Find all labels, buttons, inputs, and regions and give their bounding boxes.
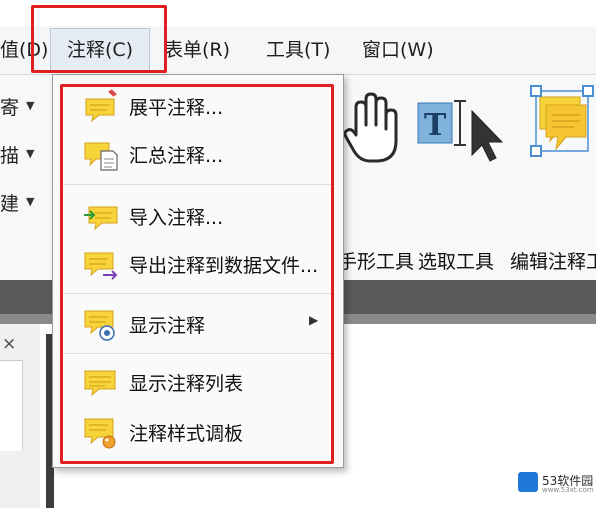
watermark-subtext: www.53xt.com (542, 486, 594, 494)
side-panel: × (0, 324, 41, 508)
menu-option-show-annotation-list[interactable]: 显示注释列表 (53, 359, 343, 403)
hand-tool-button[interactable] (340, 81, 410, 271)
hand-tool-label: 手形工具 (338, 251, 415, 273)
menu-option-label: 注释样式调板 (129, 423, 244, 445)
dropdown-arrow-icon[interactable]: ▼ (26, 147, 34, 160)
edit-annotation-tool-label: 编辑注释工 (510, 251, 596, 273)
menu-separator (63, 184, 335, 185)
dropdown-arrow-icon[interactable]: ▼ (26, 195, 34, 208)
menu-option-export-annotations[interactable]: 导出注释到数据文件... (53, 241, 343, 285)
dropdown-arrow-icon[interactable]: ▼ (26, 99, 34, 112)
select-text-cursor-icon: T (417, 100, 504, 162)
menu-item-annotation[interactable]: 注释(C) (50, 28, 150, 72)
import-annotation-icon (84, 206, 118, 231)
select-tool-button[interactable]: T (416, 81, 504, 271)
title-area (0, 0, 596, 26)
menu-option-label: 汇总注释... (129, 145, 224, 167)
summarize-annotation-icon (84, 142, 118, 171)
select-tool-label: 选取工具 (418, 251, 495, 273)
menu-option-import-annotations[interactable]: 导入注释... (53, 193, 343, 237)
export-annotation-icon (84, 252, 118, 280)
annotation-menu-dropdown: 展平注释... 汇总注释... 导入注释... 导出注释到数据文件... 显示注… (52, 74, 344, 468)
show-annotation-icon (84, 310, 115, 341)
ribbon-left-fragment[interactable]: 建 (0, 189, 19, 216)
menu-option-label: 显示注释 (129, 315, 206, 337)
ribbon-left-fragment[interactable]: 描 (0, 141, 19, 168)
annotation-style-palette-icon (84, 418, 116, 449)
menu-item-form[interactable]: 表单(R) (164, 26, 230, 74)
close-icon[interactable]: × (2, 334, 16, 354)
menu-separator (63, 353, 335, 354)
hand-icon (343, 92, 398, 163)
ribbon-left-fragment[interactable]: 寄 (0, 93, 19, 120)
submenu-arrow-icon: ▶ (309, 313, 319, 327)
edit-annotation-icon (530, 85, 594, 157)
annotation-list-icon (84, 370, 116, 397)
menu-option-label: 展平注释... (129, 97, 224, 119)
menu-item-view[interactable]: 值(D) (0, 26, 48, 74)
menu-option-summarize-annotations[interactable]: 汇总注释... (53, 131, 343, 175)
menu-bar: 值(D) 注释(C) 表单(R) 工具(T) 窗口(W) (0, 26, 596, 75)
menu-separator (63, 293, 335, 294)
menu-option-annotation-style-palette[interactable]: 注释样式调板 (53, 409, 343, 453)
menu-item-tools[interactable]: 工具(T) (266, 26, 330, 74)
menu-item-window[interactable]: 窗口(W) (362, 26, 434, 74)
watermark: 53软件园 www.53xt.com (518, 470, 594, 496)
menu-option-flatten-annotations[interactable]: 展平注释... (53, 83, 343, 127)
watermark-logo-icon (518, 472, 538, 492)
side-panel-content (0, 360, 23, 451)
svg-text:T: T (424, 108, 447, 143)
flatten-annotation-icon (85, 89, 117, 123)
menu-option-label: 导出注释到数据文件... (129, 255, 319, 277)
menu-option-label: 显示注释列表 (129, 373, 244, 395)
menu-option-show-annotations[interactable]: 显示注释 ▶ (53, 301, 343, 345)
edit-annotation-tool-button[interactable] (510, 81, 596, 271)
menu-option-label: 导入注释... (129, 207, 224, 229)
